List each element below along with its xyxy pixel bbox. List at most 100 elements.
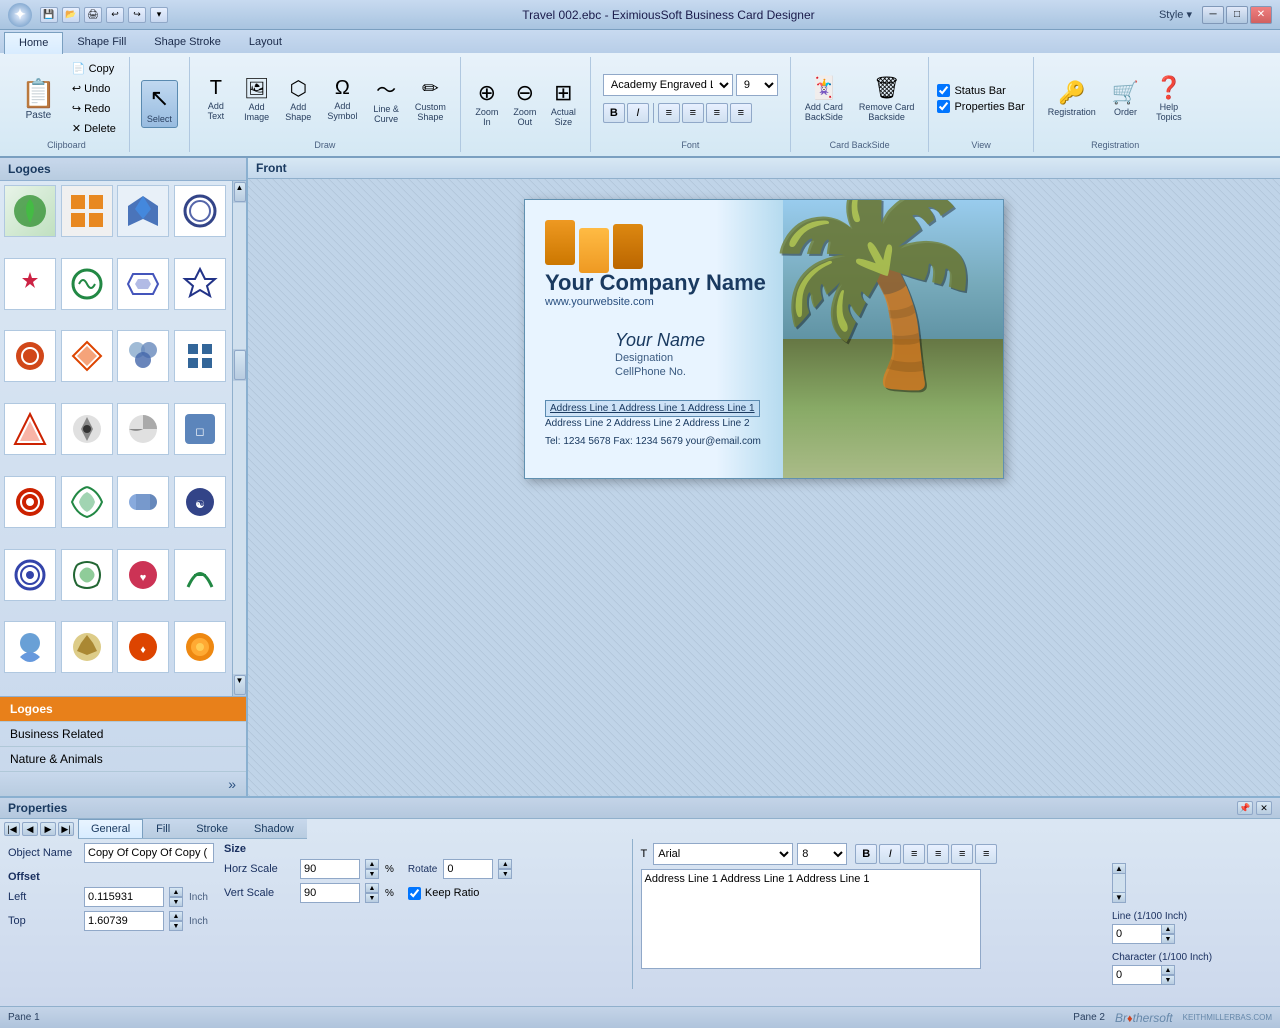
- maximize-button[interactable]: □: [1226, 6, 1248, 24]
- horz-spin-down[interactable]: ▼: [365, 869, 379, 879]
- props-text-area[interactable]: Address Line 1 Address Line 1 Address Li…: [641, 869, 981, 969]
- custom-shape-button[interactable]: ✏ CustomShape: [409, 72, 452, 126]
- tab-shape-fill[interactable]: Shape Fill: [63, 32, 140, 53]
- rotate-input[interactable]: [443, 859, 493, 879]
- list-item[interactable]: ◻: [174, 403, 226, 455]
- paste-button[interactable]: 📋 Paste: [12, 74, 65, 124]
- list-item[interactable]: [4, 549, 56, 601]
- list-item[interactable]: [4, 185, 56, 237]
- props-nav-next[interactable]: ▶: [40, 822, 56, 836]
- char-spin-up[interactable]: ▲: [1161, 965, 1175, 975]
- quick-undo2[interactable]: ↩: [106, 7, 124, 23]
- char-spin-down[interactable]: ▼: [1161, 975, 1175, 985]
- line-spin-up[interactable]: ▲: [1161, 924, 1175, 934]
- copy-button[interactable]: 📄 Copy: [67, 59, 121, 78]
- sidebar-item-logoes[interactable]: Logoes: [0, 697, 246, 722]
- font-size-select[interactable]: 9: [736, 74, 778, 96]
- object-name-input[interactable]: [84, 843, 214, 863]
- left-input[interactable]: [84, 887, 164, 907]
- rotate-spinner[interactable]: ▲ ▼: [498, 859, 512, 879]
- redo-button[interactable]: ↪ Redo: [67, 99, 121, 118]
- props-align-left-button[interactable]: ≡: [903, 844, 925, 864]
- list-item[interactable]: [61, 403, 113, 455]
- list-item[interactable]: [61, 549, 113, 601]
- quick-save[interactable]: 💾: [40, 7, 58, 23]
- rotate-spin-down[interactable]: ▼: [498, 869, 512, 879]
- list-item[interactable]: [4, 621, 56, 673]
- list-item[interactable]: [117, 476, 169, 528]
- list-item[interactable]: [174, 621, 226, 673]
- horz-spinner[interactable]: ▲ ▼: [365, 859, 379, 879]
- rotate-spin-up[interactable]: ▲: [498, 859, 512, 869]
- quick-more[interactable]: ▾: [150, 7, 168, 23]
- horz-scale-input[interactable]: [300, 859, 360, 879]
- quick-redo2[interactable]: ↪: [128, 7, 146, 23]
- card-address1[interactable]: Address Line 1 Address Line 1 Address Li…: [545, 400, 760, 417]
- props-align-right-button[interactable]: ≡: [951, 844, 973, 864]
- vert-spin-up[interactable]: ▲: [365, 883, 379, 893]
- list-item[interactable]: [117, 185, 169, 237]
- align-left-button[interactable]: ≡: [658, 103, 680, 123]
- line-spinner[interactable]: ▲ ▼: [1161, 924, 1175, 944]
- list-item[interactable]: [4, 403, 56, 455]
- list-item[interactable]: ♦: [117, 621, 169, 673]
- list-item[interactable]: [117, 258, 169, 310]
- status-bar-checkbox[interactable]: [937, 84, 950, 97]
- props-italic-button[interactable]: I: [879, 844, 901, 864]
- zoom-in-button[interactable]: ⊕ ZoomIn: [469, 76, 505, 131]
- tab-stroke[interactable]: Stroke: [183, 819, 241, 838]
- list-item[interactable]: ☯: [174, 476, 226, 528]
- undo-button[interactable]: ↩ Undo: [67, 79, 121, 98]
- props-nav-prev[interactable]: ◀: [22, 822, 38, 836]
- tab-shadow[interactable]: Shadow: [241, 819, 307, 838]
- align-center-button[interactable]: ≡: [682, 103, 704, 123]
- quick-open[interactable]: 📂: [62, 7, 80, 23]
- top-spinner[interactable]: ▲ ▼: [169, 911, 183, 931]
- sidebar-item-nature[interactable]: Nature & Animals: [0, 747, 246, 772]
- sidebar-scrollbar[interactable]: ▲ ▼: [232, 181, 246, 696]
- add-shape-button[interactable]: ⬡ AddShape: [279, 72, 317, 126]
- list-item[interactable]: [61, 185, 113, 237]
- order-button[interactable]: 🛒 Order: [1106, 76, 1145, 121]
- keep-ratio-checkbox[interactable]: [408, 887, 421, 900]
- list-item[interactable]: [61, 258, 113, 310]
- list-item[interactable]: ♥: [117, 549, 169, 601]
- left-spinner[interactable]: ▲ ▼: [169, 887, 183, 907]
- registration-button[interactable]: 🔑 Registration: [1042, 76, 1102, 121]
- props-nav-first[interactable]: |◀: [4, 822, 20, 836]
- tab-fill[interactable]: Fill: [143, 819, 183, 838]
- help-button[interactable]: ❓ HelpTopics: [1149, 71, 1188, 126]
- remove-card-backside-button[interactable]: 🗑 Remove CardBackside: [853, 71, 921, 126]
- list-item[interactable]: [117, 403, 169, 455]
- props-size-select[interactable]: 8: [797, 843, 847, 865]
- list-item[interactable]: [61, 476, 113, 528]
- add-card-backside-button[interactable]: 🃏 Add CardBackSide: [799, 71, 849, 126]
- props-align-justify-button[interactable]: ≡: [975, 844, 997, 864]
- vert-spin-down[interactable]: ▼: [365, 893, 379, 903]
- style-label[interactable]: Style ▾: [1159, 8, 1192, 21]
- props-align-center-button[interactable]: ≡: [927, 844, 949, 864]
- sidebar-item-business[interactable]: Business Related: [0, 722, 246, 747]
- justify-button[interactable]: ≡: [730, 103, 752, 123]
- left-spin-up[interactable]: ▲: [169, 887, 183, 897]
- minimize-button[interactable]: ─: [1202, 6, 1224, 24]
- line-curve-button[interactable]: 〜 Line &Curve: [367, 70, 405, 128]
- tab-general[interactable]: General: [78, 819, 143, 838]
- bold-button[interactable]: B: [603, 103, 625, 123]
- list-item[interactable]: [174, 258, 226, 310]
- list-item[interactable]: [4, 476, 56, 528]
- list-item[interactable]: [4, 258, 56, 310]
- tab-layout[interactable]: Layout: [235, 32, 296, 53]
- list-item[interactable]: [117, 330, 169, 382]
- top-spin-down[interactable]: ▼: [169, 921, 183, 931]
- add-text-button[interactable]: T AddText: [198, 73, 234, 125]
- props-pin-button[interactable]: 📌: [1237, 801, 1253, 815]
- list-item[interactable]: [61, 330, 113, 382]
- line-spin-down[interactable]: ▼: [1161, 934, 1175, 944]
- list-item[interactable]: [61, 621, 113, 673]
- properties-bar-checkbox[interactable]: [937, 100, 950, 113]
- tab-home[interactable]: Home: [4, 32, 63, 54]
- font-name-select[interactable]: Academy Engraved L...: [603, 74, 733, 96]
- left-spin-down[interactable]: ▼: [169, 897, 183, 907]
- select-button[interactable]: ↖ Select: [141, 80, 178, 128]
